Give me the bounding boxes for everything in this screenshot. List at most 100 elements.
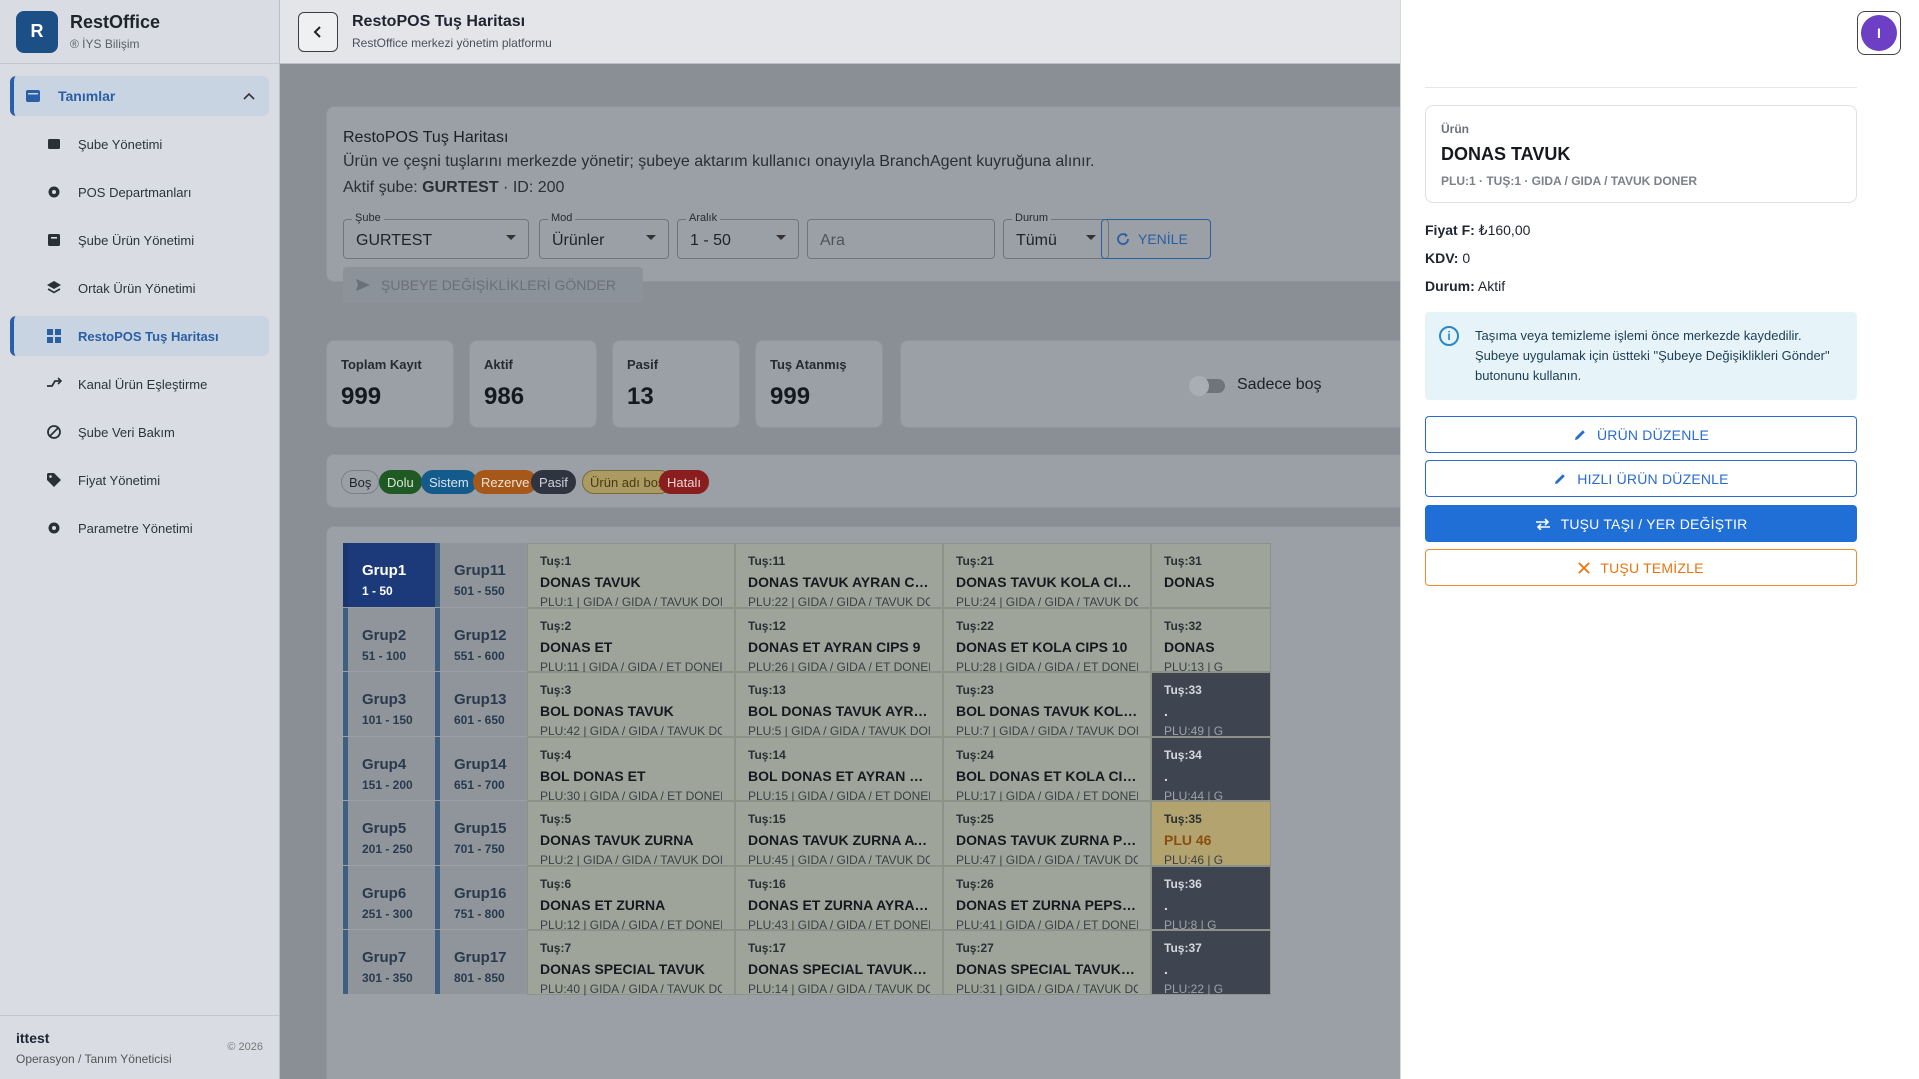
key-number: Tuş:12 [748,618,786,633]
card-description: Ürün ve çeşni tuşlarını merkezde yönetir… [343,153,1095,170]
sidebar-item-label: Parametre Yönetimi [78,520,193,536]
key-cell[interactable]: Tuş:14BOL DONAS ET AYRAN CIPS 13PLU:15 |… [735,736,943,803]
divider [1425,87,1857,88]
main-content: RestoPOS Tuş Haritası Ürün ve çeşni tuşl… [280,64,1400,1079]
key-cell[interactable]: Tuş:1 DONAS TAVUK PLU:1 | GIDA / GIDA / TA… [527,543,735,609]
status-select[interactable]: Durum Tümü [1003,212,1109,259]
user-footer: ittest Operasyon / Tanım Yöneticisi © 20… [0,1015,279,1079]
app-logo: R [16,10,58,53]
group-range: 301 - 350 [362,971,413,985]
sidebar-item-5[interactable]: Kanal Ürün Eşleştirme [10,364,269,404]
search-input[interactable]: Ara [807,219,995,259]
group-name: Grup7 [362,949,407,966]
chevron-up-icon[interactable] [243,89,255,103]
key-cell[interactable]: Tuş:22 DONAS ET KOLA CIPS 10 PLU:28 | GIDA… [943,607,1151,674]
key-cell[interactable]: Tuş:21DONAS TAVUK KOLA CIPS ME...PLU:24 … [943,543,1151,609]
key-cell[interactable]: Tuş:16DONAS ET ZURNA AYRAN CIP...PLU:43 … [735,865,943,932]
key-cell[interactable]: Tuş:32 DONAS PLU:13 | G [1151,607,1271,674]
sidebar-item-label: Şube Veri Bakım [78,424,175,440]
key-product: . [1164,896,1168,913]
key-cell[interactable]: Tuş:7 DONAS SPECIAL TAVUK PLU:40 | GIDA / … [527,930,735,996]
edit-product-button[interactable]: ÜRÜN DÜZENLE [1425,416,1857,453]
send-changes-button[interactable]: ŞUBEYE DEĞİŞİKLİKLERİ GÖNDER [343,267,643,303]
dropdown-arrow-icon [776,235,786,240]
key-product: DONAS TAVUK [540,574,641,590]
grid-icon [46,328,62,344]
key-cell[interactable]: Tuş:35 PLU 46 PLU:46 | G [1151,801,1271,867]
key-cell[interactable]: Tuş:31 DONAS [1151,543,1271,608]
key-cell[interactable]: Tuş:36. PLU:8 | G [1151,865,1271,932]
sidebar-item-0[interactable]: Şube Yönetimi [10,124,269,164]
sidebar-item-2[interactable]: Şube Ürün Yönetimi [10,220,269,260]
key-product: DONAS ET ZURNA [540,896,666,913]
product-card: Ürün DONAS TAVUK PLU:1 · TUŞ:1 · GIDA / … [1425,105,1857,203]
brand: R RestOffice ® İYS Bilişim [0,0,279,64]
key-cell[interactable]: Tuş:33. PLU:49 | G [1151,672,1271,738]
clear-key-button[interactable]: TUŞU TEMİZLE [1425,549,1857,586]
mode-select[interactable]: Mod Ürünler [539,212,669,259]
sidebar-item-6[interactable]: Şube Veri Bakım [10,412,269,452]
key-cell[interactable]: Tuş:3 BOL DONAS TAVUK PLU:42 | GIDA / GIDA… [527,672,735,738]
key-cell[interactable]: Tuş:11DONAS TAVUK AYRAN CIPS M...PLU:22 … [735,543,943,609]
group-name: Grup15 [454,820,507,837]
key-product: DONAS ET KOLA CIPS 10 [956,638,1128,655]
key-cell[interactable]: Tuş:6 DONAS ET ZURNA PLU:12 | GIDA / GIDA … [527,865,735,932]
key-cell[interactable]: Tuş:24BOL DONAS ET KOLA CIPS 14PLU:17 | … [943,736,1151,803]
product-name: DONAS TAVUK [1441,144,1571,164]
link-icon [46,376,62,392]
refresh-button[interactable]: YENİLE [1101,219,1211,259]
key-product: . [1164,767,1168,784]
only-empty-toggle[interactable] [1189,376,1225,396]
stat-total: Toplam Kayıt 999 [326,340,454,428]
group-range: 651 - 700 [454,777,505,792]
stat-passive: Pasif 13 [612,340,740,428]
sidebar-item-1[interactable]: POS Departmanları [10,172,269,212]
key-cell[interactable]: Tuş:26DONAS ET ZURNA PEPSI CIPS...PLU:41… [943,865,1151,932]
legend-card: Boş Dolu Sistem Rezerve Pasif Ürün adı boş Hat… [326,454,1400,508]
user-name: ittest [16,1030,50,1046]
key-product: BOL DONAS TAVUK AYRAN CI... [748,703,930,719]
nav-group-tanimlar[interactable]: Tanımlar [10,76,269,116]
range-select[interactable]: Aralık 1 - 50 [677,212,799,259]
nav-group-label: Tanımlar [58,88,116,104]
key-cell[interactable]: Tuş:15DONAS TAVUK ZURNA AYRAN...PLU:45 |… [735,801,943,867]
group-range: 501 - 550 [454,584,505,598]
sidebar-item-8[interactable]: Parametre Yönetimi [10,508,269,548]
key-cell[interactable]: Tuş:2 DONAS ET PLU:11 | GIDA / GIDA / ET D… [527,607,735,674]
tag-icon [46,472,62,488]
key-cell[interactable]: Tuş:13BOL DONAS TAVUK AYRAN CI...PLU:5 |… [735,672,943,738]
key-cell[interactable]: Tuş:25DONAS TAVUK ZURNA PEPSI ...PLU:47 … [943,801,1151,867]
key-number: Tuş:16 [748,876,786,891]
branch-select[interactable]: Şube GURTEST [343,212,529,259]
key-number: Tuş:2 [540,618,572,633]
key-cell[interactable]: Tuş:37. PLU:22 | G [1151,930,1271,996]
key-number: Tuş:26 [956,876,994,891]
group-range: 101 - 150 [362,713,413,727]
user-avatar[interactable]: I [1857,11,1901,55]
key-product: . [1164,961,1168,977]
back-button[interactable] [298,11,338,52]
key-cell[interactable]: Tuş:4 BOL DONAS ET PLU:30 | GIDA / GIDA / … [527,736,735,803]
key-number: Tuş:21 [956,554,994,568]
key-meta: PLU:31 | GIDA / GIDA / TAVUK DONER [956,982,1138,996]
sidebar-item-4[interactable]: RestoPOS Tuş Haritası [10,316,269,356]
key-number: Tuş:5 [540,812,572,826]
key-product: DONAS TAVUK AYRAN CIPS M... [748,574,930,590]
move-key-button[interactable]: TUŞU TAŞI / YER DEĞİŞTIR [1425,505,1857,542]
key-grid: Grup1 1 - 50 Grup2 51 - 100 Grup3 101 - 150 Gr… [326,526,1400,1079]
app-name: RestOffice [70,12,161,32]
key-cell[interactable]: Tuş:34. PLU:44 | G [1151,736,1271,803]
sidebar-item-7[interactable]: Fiyat Yönetimi [10,460,269,500]
key-cell[interactable]: Tuş:23BOL DONAS TAVUK KOLA CIP...PLU:7 |… [943,672,1151,738]
sidebar-item-3[interactable]: Ortak Ürün Yönetimi [10,268,269,308]
key-cell[interactable]: Tuş:27 DONAS SPECIAL TAVUK PEPS... PLU:31 … [943,930,1151,996]
key-product: DONAS TAVUK ZURNA PEPSI ... [956,832,1138,848]
key-cell[interactable]: Tuş:12 DONAS ET AYRAN CIPS 9 PLU:26 | GIDA… [735,607,943,674]
key-number: Tuş:36 [1164,876,1202,891]
key-cell[interactable]: Tuş:5 DONAS TAVUK ZURNA PLU:2 | GIDA / GID… [527,801,735,867]
key-cell[interactable]: Tuş:17 DONAS SPECIAL TAVUK AYRA... PLU:14 … [735,930,943,996]
stat-active: Aktif 986 [469,340,597,428]
store-icon [46,136,62,152]
key-meta: PLU:22 | G [1164,982,1224,996]
quick-edit-product-button[interactable]: HIZLI ÜRÜN DÜZENLE [1425,460,1857,497]
